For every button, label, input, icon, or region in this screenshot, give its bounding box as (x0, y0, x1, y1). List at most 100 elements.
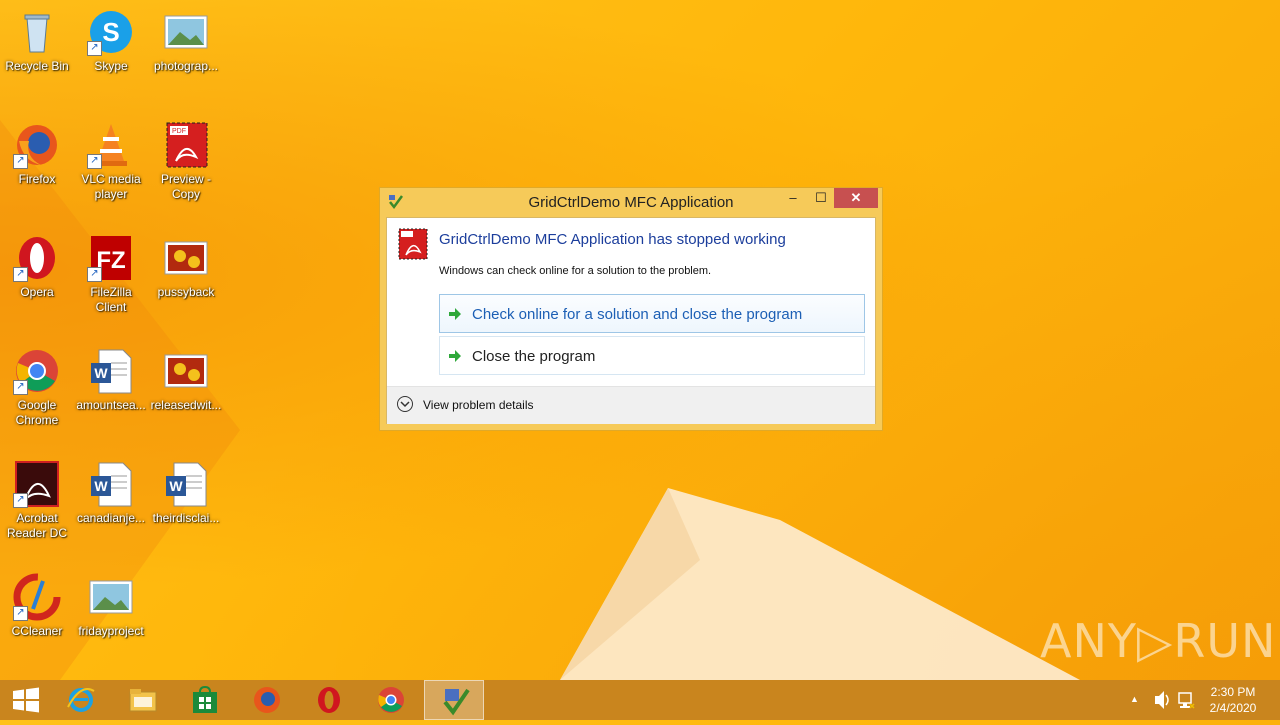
desktop-icon-label: CCleaner (11, 624, 63, 638)
taskbar-gridctrldemo[interactable] (424, 680, 484, 720)
desktop-icon-acrobat[interactable]: ↗ Acrobat Reader DC (0, 460, 74, 541)
desktop-icon-label: Skype (94, 59, 128, 73)
close-button[interactable]: ✕ (834, 188, 878, 208)
shortcut-arrow-icon: ↗ (13, 267, 28, 282)
skype-icon: S ↗ (87, 8, 135, 56)
dialog-heading: GridCtrlDemo MFC Application has stopped… (439, 231, 786, 248)
chrome-icon: ↗ (13, 347, 61, 395)
tray-overflow-button[interactable]: ▲ (1128, 680, 1144, 720)
acrobat-icon: ↗ (13, 460, 61, 508)
folder-icon (128, 685, 158, 715)
desktop-icon-opera[interactable]: ↗ Opera (0, 234, 74, 300)
dialog-title: GridCtrlDemo MFC Application (528, 194, 734, 211)
anyrun-watermark: ANY▷RUN (1040, 614, 1277, 668)
shortcut-arrow-icon: ↗ (87, 154, 102, 169)
shortcut-arrow-icon: ↗ (13, 606, 28, 621)
close-program-button[interactable]: Close the program (439, 336, 865, 375)
desktop-icon-label: FileZilla Client (90, 285, 132, 314)
desktop-icon-label: canadianje... (76, 511, 146, 525)
desktop-icon-label: Opera (20, 285, 54, 299)
opera-icon (314, 685, 344, 715)
desktop-icon-label: Google Chrome (15, 398, 59, 427)
filezilla-icon: FZ ↗ (87, 234, 135, 282)
svg-text:S: S (102, 17, 119, 47)
chevron-down-icon[interactable] (397, 396, 413, 412)
svg-text:W: W (94, 478, 108, 494)
desktop-icon-label: amountsea... (76, 398, 146, 412)
green-arrow-icon (448, 349, 462, 363)
dialog-subtext: Windows can check online for a solution … (439, 265, 712, 277)
shortcut-arrow-icon: ↗ (13, 154, 28, 169)
volume-icon[interactable] (1152, 680, 1172, 720)
green-arrow-icon (448, 307, 462, 321)
start-button[interactable] (0, 680, 50, 720)
desktop-icon-firefox[interactable]: ↗ Firefox (0, 121, 74, 187)
desktop-icon-label: theirdisclai... (152, 511, 220, 525)
desktop-icon-amountsea[interactable]: W amountsea... (74, 347, 148, 413)
close-program-label: Close the program (472, 348, 596, 365)
taskbar-opera[interactable] (298, 680, 358, 720)
desktop-icon-label: Recycle Bin (5, 59, 69, 73)
desktop-icon-label: Firefox (18, 172, 56, 186)
dialog-titlebar[interactable]: GridCtrlDemo MFC Application – ☐ ✕ (380, 188, 882, 217)
desktop-icon-theirdisclai[interactable]: W theirdisclai... (149, 460, 223, 526)
desktop-icon-pussyback[interactable]: pussyback (149, 234, 223, 300)
word-document-icon: W (162, 460, 210, 508)
shortcut-arrow-icon: ↗ (13, 380, 28, 395)
desktop-icon-ccleaner[interactable]: ↗ CCleaner (0, 573, 74, 639)
desktop-icon-label: fridayproject (78, 624, 144, 638)
opera-icon: ↗ (13, 234, 61, 282)
desktop-icon-releasedwit[interactable]: releasedwit... (149, 347, 223, 413)
desktop-icon-label: Acrobat Reader DC (6, 511, 68, 540)
recycle-bin-icon (13, 8, 61, 56)
image-file-icon (87, 573, 135, 621)
desktop-icon-recycle-bin[interactable]: Recycle Bin (0, 8, 74, 74)
minimize-button[interactable]: – (780, 190, 806, 210)
desktop-icon-canadianje[interactable]: W canadianje... (74, 460, 148, 526)
store-bag-icon (190, 685, 220, 715)
details-bar: View problem details (387, 386, 875, 424)
desktop-icon-label: Preview - Copy (160, 172, 211, 201)
view-details-link[interactable]: View problem details (423, 398, 534, 412)
taskbar-chrome[interactable] (360, 680, 420, 720)
svg-text:W: W (169, 478, 183, 494)
word-document-icon: W (87, 347, 135, 395)
ccleaner-icon: ↗ (13, 573, 61, 621)
desktop-icon-preview-copy[interactable]: PDF Preview - Copy (149, 121, 223, 202)
pdf-file-icon: PDF (162, 121, 210, 169)
desktop-icon-label: pussyback (157, 285, 215, 299)
internet-explorer-icon (66, 685, 96, 715)
desktop-icon-photograph[interactable]: photograp... (149, 8, 223, 74)
desktop-icon-filezilla[interactable]: FZ ↗ FileZilla Client (74, 234, 148, 315)
taskbar: ▲ 2:30 PM 2/4/2020 (0, 680, 1280, 720)
clock-time: 2:30 PM (1210, 685, 1256, 699)
taskbar-file-explorer[interactable] (112, 680, 172, 720)
network-icon[interactable] (1176, 680, 1196, 720)
desktop-icon-label: releasedwit... (150, 398, 222, 412)
chrome-icon (376, 685, 406, 715)
desktop-icon-skype[interactable]: S ↗ Skype (74, 8, 148, 74)
vlc-cone-icon: ↗ (87, 121, 135, 169)
desktop-icon-fridayproject[interactable]: fridayproject (74, 573, 148, 639)
taskbar-firefox[interactable] (236, 680, 296, 720)
clock-date: 2/4/2020 (1209, 701, 1257, 715)
maximize-button[interactable]: ☐ (808, 190, 834, 210)
shortcut-arrow-icon: ↗ (87, 267, 102, 282)
desktop-icon-label: VLC media player (81, 172, 141, 201)
system-clock[interactable]: 2:30 PM 2/4/2020 (1200, 684, 1266, 716)
desktop-icon-vlc[interactable]: ↗ VLC media player (74, 121, 148, 202)
chevron-up-icon: ▲ (1130, 694, 1139, 704)
taskbar-store[interactable] (174, 680, 234, 720)
check-online-label: Check online for a solution and close th… (472, 306, 803, 323)
svg-text:PDF: PDF (172, 128, 186, 135)
desktop-icon-chrome[interactable]: ↗ Google Chrome (0, 347, 74, 428)
pdf-app-icon (398, 228, 428, 260)
shortcut-arrow-icon: ↗ (13, 493, 28, 508)
image-file-icon (162, 234, 210, 282)
svg-text:W: W (94, 365, 108, 381)
app-checkmark-icon (441, 686, 471, 716)
word-document-icon: W (87, 460, 135, 508)
firefox-icon (252, 685, 282, 715)
taskbar-internet-explorer[interactable] (50, 680, 110, 720)
check-online-button[interactable]: Check online for a solution and close th… (439, 294, 865, 333)
